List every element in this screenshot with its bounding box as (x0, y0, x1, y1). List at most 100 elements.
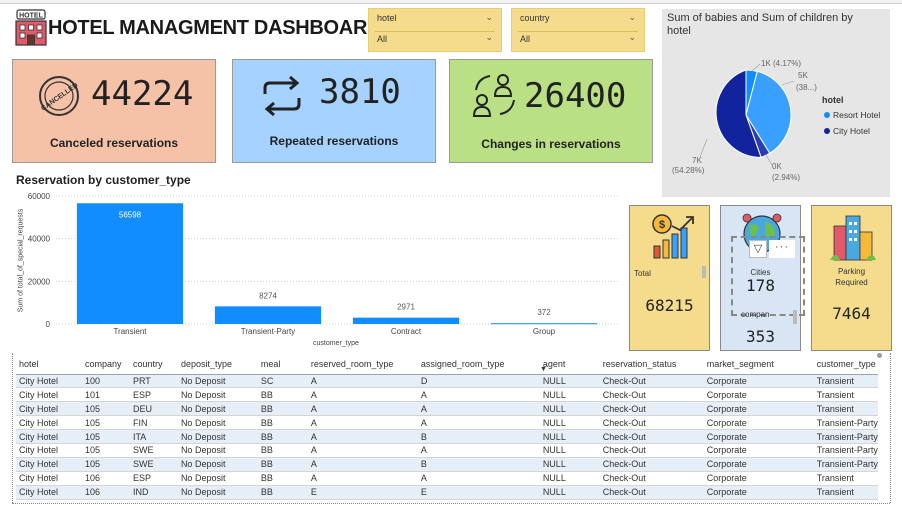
country-slicer[interactable]: country ⌄ All ⌄ (511, 8, 645, 52)
hotel-slicer[interactable]: hotel ⌄ All ⌄ (368, 8, 502, 52)
table-row[interactable]: City Hotel 105 DEU No Deposit BB A A NULL Check-… (16, 401, 878, 417)
table-cell: BB (257, 415, 308, 431)
column-header[interactable]: company (81, 354, 130, 375)
bar-contract[interactable] (352, 317, 460, 324)
table-cell: SC (257, 374, 308, 389)
table-cell: Check-Out (599, 401, 704, 417)
hotel-slicer-value[interactable]: All (377, 34, 387, 44)
table-cell: 105 (81, 457, 130, 472)
changes-value: 26400 (524, 76, 627, 116)
x-tick-label: Contract (391, 327, 422, 336)
bar-transient-party[interactable] (214, 306, 322, 324)
svg-text:$: $ (659, 219, 665, 231)
table-row[interactable]: City Hotel 106 ESP No Deposit BB A A NULL Check-… (16, 471, 878, 486)
table-cell: Transient-Party (813, 429, 878, 444)
column-header[interactable]: market_segment (703, 354, 814, 375)
legend-dot-city (824, 128, 830, 134)
table-cell: Transient (813, 387, 878, 403)
reservations-table[interactable]: hotel company country deposit_type meal reser… (16, 354, 878, 500)
table-cell: NULL (539, 374, 600, 389)
table-cell: 100 (81, 374, 130, 389)
babies-children-pie-panel[interactable]: Sum of babies and Sum of children by hot… (662, 9, 890, 197)
chevron-down-icon[interactable]: ⌄ (485, 32, 493, 43)
table-row[interactable]: City Hotel 100 PRT No Deposit SC A D NULL Check-… (16, 374, 878, 389)
table-cell: A (417, 443, 540, 458)
table-cell: DEU (129, 401, 178, 417)
table-cell: ESP (129, 471, 178, 486)
scrollbar[interactable] (793, 310, 797, 324)
pie-label-d: 0K (772, 162, 782, 171)
table-cell: City Hotel (16, 374, 82, 389)
table-cell: Corporate (703, 471, 814, 486)
changes-caption: Changes in reservations (481, 137, 621, 151)
company-kpi-value: 353 (746, 327, 775, 346)
table-row[interactable]: City Hotel 106 IND No Deposit BB E E NULL Check-… (16, 485, 878, 500)
table-cell: B (417, 429, 540, 444)
more-options-icon[interactable]: ··· (769, 240, 795, 258)
filter-icon[interactable]: ▽ (749, 240, 767, 258)
city-buildings-icon (830, 215, 876, 261)
table-cell: FIN (129, 415, 178, 431)
column-header[interactable]: reservation_status (599, 354, 704, 375)
parking-kpi-label: Parking Required (835, 267, 868, 287)
table-cell: 105 (81, 401, 130, 417)
table-cell: A (307, 429, 418, 444)
table-cell: Transient (813, 401, 878, 417)
canceled-value: 44224 (91, 74, 194, 114)
customer-type-bar-chart[interactable]: 60000 40000 20000 0 56598 Transient 8274 Transi… (12, 188, 622, 350)
column-header[interactable]: country (129, 354, 178, 375)
table-row[interactable]: City Hotel 105 SWE No Deposit BB A A NULL Check-… (16, 443, 878, 458)
table-row[interactable]: City Hotel 105 ITA No Deposit BB A B NULL Check-… (16, 429, 878, 444)
column-header[interactable]: agent (539, 354, 600, 375)
table-cell: City Hotel (16, 443, 82, 458)
table-cell: No Deposit (177, 401, 258, 417)
table-cell: A (307, 457, 418, 472)
total-kpi-card: $ Total 68215 (629, 205, 710, 351)
table-cell: Corporate (703, 374, 814, 389)
chevron-down-icon[interactable]: ⌄ (628, 32, 636, 43)
bar-transient[interactable] (76, 203, 184, 324)
chevron-down-icon[interactable]: ⌄ (485, 12, 493, 23)
table-cell: IND (129, 485, 178, 500)
table-row[interactable]: City Hotel 105 FIN No Deposit BB A A NULL Check-… (16, 415, 878, 431)
table-cell: A (417, 401, 540, 417)
slicer-divider (375, 31, 495, 32)
column-header[interactable]: reserved_room_type (307, 354, 418, 375)
parking-kpi-card: Parking Required 7464 (811, 205, 892, 351)
pie-label-d-pct: (2.94%) (772, 173, 801, 182)
table-cell: BB (257, 485, 308, 500)
repeated-value: 3810 (319, 72, 401, 112)
table-row[interactable]: City Hotel 101 ESP No Deposit BB A A NULL Check-… (16, 387, 878, 403)
table-row[interactable]: City Hotel 105 SWE No Deposit BB A B NULL Check-… (16, 457, 878, 472)
table-cell: BB (257, 429, 308, 444)
chevron-down-icon[interactable]: ⌄ (628, 12, 636, 23)
table-cell: Check-Out (599, 485, 704, 500)
column-header[interactable]: hotel (16, 354, 82, 375)
table-cell: Check-Out (599, 429, 704, 444)
table-cell: Transient (813, 374, 878, 389)
country-slicer-value[interactable]: All (520, 34, 530, 44)
changes-reservations-card: 26400 Changes in reservations (449, 59, 653, 163)
table-cell: Transient-Party (813, 415, 878, 431)
table-cell: 105 (81, 415, 130, 431)
column-header[interactable]: meal (257, 354, 308, 375)
scrollbar[interactable] (702, 266, 706, 278)
table-cell: City Hotel (16, 415, 82, 431)
company-kpi-label: compan (741, 310, 770, 319)
column-header[interactable]: customer_type (813, 354, 878, 375)
canceled-caption: Canceled reservations (49, 136, 179, 150)
column-header[interactable]: assigned_room_type (417, 354, 540, 375)
legend-item-city[interactable]: City Hotel (833, 126, 870, 136)
pie-label-a: 1K (4.17%) (761, 59, 802, 68)
table-cell: 105 (81, 443, 130, 458)
column-header[interactable]: deposit_type (177, 354, 258, 375)
table-cell: Check-Out (599, 457, 704, 472)
x-tick-label: Group (533, 327, 556, 336)
table-cell: City Hotel (16, 457, 82, 472)
table-cell: D (417, 374, 540, 389)
legend-item-resort[interactable]: Resort Hotel (833, 110, 880, 120)
table-cell: NULL (539, 401, 600, 417)
table-cell: Corporate (703, 457, 814, 472)
table-cell: 106 (81, 471, 130, 486)
bar-group[interactable] (490, 323, 598, 325)
